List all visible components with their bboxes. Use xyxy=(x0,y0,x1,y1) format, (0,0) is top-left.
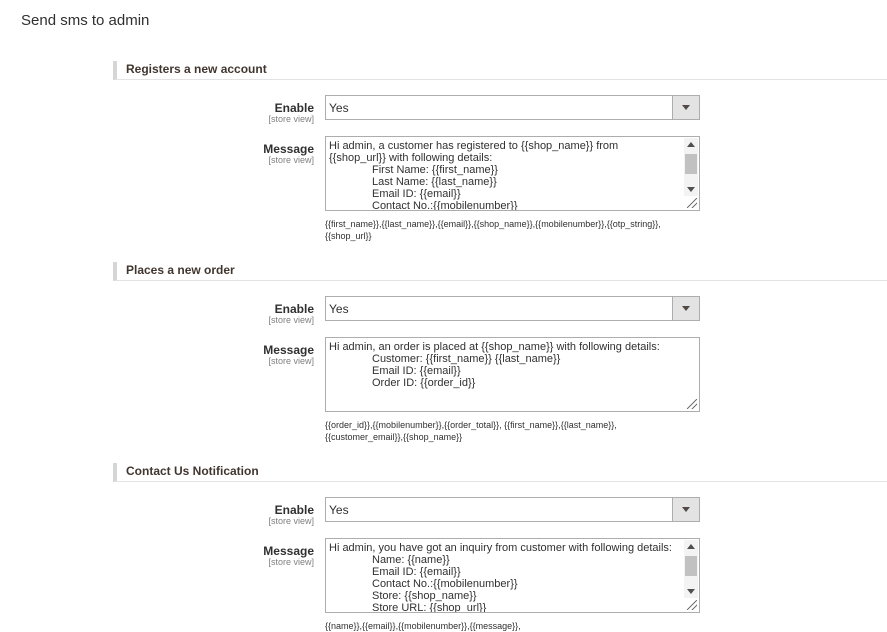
resize-grip-icon[interactable] xyxy=(687,399,697,409)
message-text: Hi admin, a customer has registered to {… xyxy=(329,140,619,211)
page-title: Send sms to admin xyxy=(21,12,150,29)
vertical-scrollbar[interactable] xyxy=(684,540,698,598)
section-header-registers[interactable]: Registers a new account xyxy=(113,61,887,80)
scope-label: [store view] xyxy=(268,114,314,124)
section-header-contact[interactable]: Contact Us Notification xyxy=(113,463,887,482)
scope-label: [store view] xyxy=(268,356,314,366)
enable-select-registers[interactable]: Yes xyxy=(325,95,700,120)
message-textarea-contact[interactable]: Hi admin, you have got an inquiry from c… xyxy=(325,538,700,613)
chevron-down-icon xyxy=(682,306,690,311)
scope-label: [store view] xyxy=(268,155,314,165)
enable-label: Enable xyxy=(274,302,314,316)
message-textarea-registers[interactable]: Hi admin, a customer has registered to {… xyxy=(325,136,700,211)
scope-label: [store view] xyxy=(268,557,314,567)
enable-select-order[interactable]: Yes xyxy=(325,296,700,321)
message-label: Message xyxy=(263,142,314,156)
chevron-down-icon xyxy=(682,507,690,512)
dropdown-toggle[interactable] xyxy=(672,297,699,320)
scroll-up-icon[interactable] xyxy=(687,544,695,549)
resize-grip-icon[interactable] xyxy=(687,198,697,208)
message-text: Hi admin, an order is placed at {{shop_n… xyxy=(329,341,660,389)
dropdown-toggle[interactable] xyxy=(672,498,699,521)
scroll-up-icon[interactable] xyxy=(687,142,695,147)
variables-hint: {{name}},{{email}},{{mobilenumber}},{{me… xyxy=(325,621,521,631)
scope-label: [store view] xyxy=(268,315,314,325)
scroll-thumb[interactable] xyxy=(685,154,697,174)
enable-select-contact[interactable]: Yes xyxy=(325,497,700,522)
section-header-order[interactable]: Places a new order xyxy=(113,262,887,281)
section-title: Contact Us Notification xyxy=(126,464,259,478)
vertical-scrollbar[interactable] xyxy=(684,138,698,196)
message-label: Message xyxy=(263,343,314,357)
dropdown-toggle[interactable] xyxy=(672,96,699,119)
scroll-down-icon[interactable] xyxy=(687,589,695,594)
message-label: Message xyxy=(263,544,314,558)
select-value: Yes xyxy=(329,101,349,115)
variables-hint: {{first_name}},{{last_name}},{{email}},{… xyxy=(325,219,661,241)
variables-hint: {{order_id}},{{mobilenumber}},{{order_to… xyxy=(325,420,617,442)
chevron-down-icon xyxy=(682,105,690,110)
scroll-thumb[interactable] xyxy=(685,556,697,576)
select-value: Yes xyxy=(329,302,349,316)
resize-grip-icon[interactable] xyxy=(687,600,697,610)
section-title: Registers a new account xyxy=(126,62,267,76)
scroll-down-icon[interactable] xyxy=(687,187,695,192)
enable-label: Enable xyxy=(274,503,314,517)
scope-label: [store view] xyxy=(268,516,314,526)
message-text: Hi admin, you have got an inquiry from c… xyxy=(329,542,672,613)
section-title: Places a new order xyxy=(126,263,235,277)
enable-label: Enable xyxy=(274,101,314,115)
select-value: Yes xyxy=(329,503,349,517)
message-textarea-order[interactable]: Hi admin, an order is placed at {{shop_n… xyxy=(325,337,700,412)
